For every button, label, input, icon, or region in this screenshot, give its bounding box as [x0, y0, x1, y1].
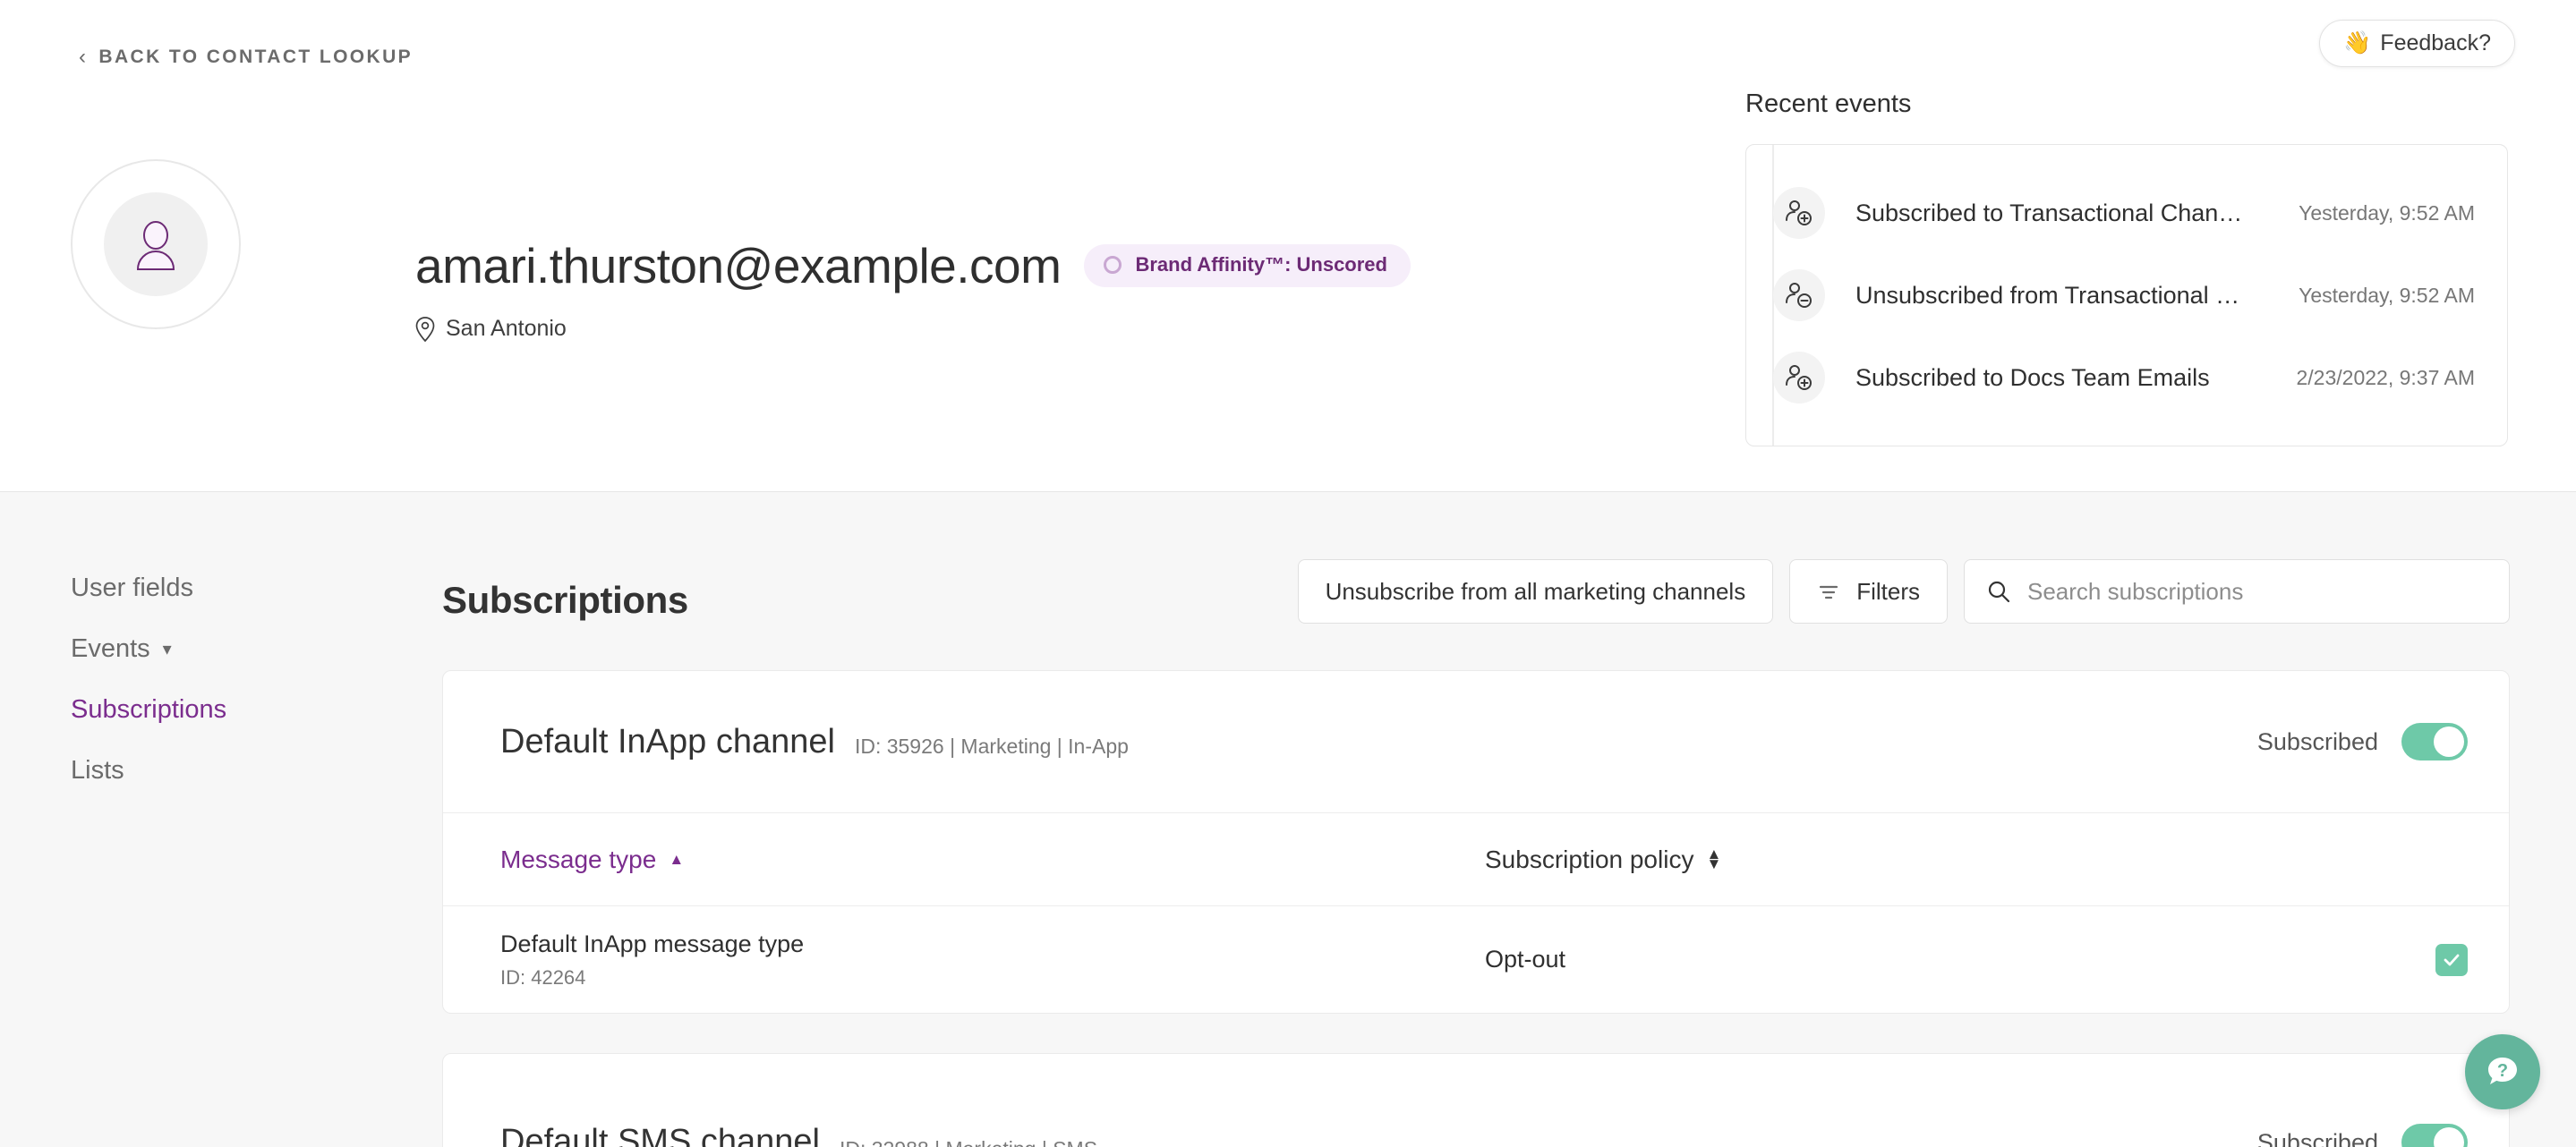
- back-link-label: BACK TO CONTACT LOOKUP: [98, 47, 413, 68]
- column-header-label: Message type: [500, 845, 656, 874]
- channel-header: Default InApp channel ID: 35926 | Market…: [443, 671, 2509, 812]
- waving-hand-icon: 👋: [2343, 30, 2371, 56]
- filters-label: Filters: [1856, 578, 1920, 606]
- unsubscribe-all-label: Unsubscribe from all marketing channels: [1326, 578, 1746, 606]
- search-icon: [1986, 579, 2011, 604]
- sidebar-item-label: Events: [71, 634, 150, 664]
- main-content: Subscriptions Unsubscribe from all marke…: [442, 493, 2510, 1147]
- column-header-subscription-policy[interactable]: Subscription policy ▲ ▼: [1485, 845, 1721, 874]
- sidebar-nav: User fields Events ▾ Subscriptions Lists: [71, 574, 366, 817]
- event-label: Unsubscribed from Transactional …: [1855, 282, 2269, 310]
- page-title: Subscriptions: [442, 579, 688, 622]
- sidebar-item-user-fields[interactable]: User fields: [71, 574, 366, 603]
- question-help-icon: ?: [2481, 1050, 2524, 1093]
- contact-location: San Antonio: [415, 316, 1411, 342]
- status-badge: Subscribed: [2257, 728, 2378, 756]
- sort-both-icon: ▲ ▼: [1706, 850, 1721, 869]
- sidebar-item-label: Subscriptions: [71, 695, 226, 725]
- sort-down-glyph: ▼: [1706, 860, 1721, 870]
- check-icon: [2442, 950, 2461, 970]
- channel-header: Default SMS channel ID: 32988 | Marketin…: [443, 1054, 2509, 1147]
- column-header-label: Subscription policy: [1485, 845, 1693, 874]
- channel-meta: ID: 35926 | Marketing | In-App: [855, 726, 1129, 759]
- search-subscriptions-box[interactable]: [1964, 559, 2510, 624]
- channel-name: Default SMS channel: [500, 1123, 820, 1147]
- recent-events-panel: Recent events Subscribed to Transactiona…: [1745, 89, 2508, 446]
- message-type-id: ID: 42264: [500, 966, 1485, 990]
- subscriptions-toolbar: Subscriptions Unsubscribe from all marke…: [442, 547, 2510, 654]
- channel-subscription-control: Subscribed: [2257, 1124, 2468, 1147]
- body-area: User fields Events ▾ Subscriptions Lists…: [0, 493, 2576, 1147]
- channel-card-sms: Default SMS channel ID: 32988 | Marketin…: [442, 1053, 2510, 1147]
- event-timestamp: Yesterday, 9:52 AM: [2269, 201, 2475, 225]
- brand-affinity-label: Brand Affinity™: Unscored: [1135, 253, 1387, 276]
- cell-subscription-policy: Opt-out: [1485, 946, 2435, 973]
- brand-affinity-badge: Brand Affinity™: Unscored: [1084, 244, 1411, 287]
- row-subscribe-checkbox[interactable]: [2435, 944, 2468, 976]
- location-label: San Antonio: [446, 316, 567, 342]
- list-item[interactable]: Subscribed to Transactional Chan… Yester…: [1773, 172, 2475, 254]
- channel-card-inapp: Default InApp channel ID: 35926 | Market…: [442, 670, 2510, 1014]
- cell-message-type: Default InApp message type ID: 42264: [500, 930, 1485, 990]
- event-label: Subscribed to Docs Team Emails: [1855, 364, 2269, 392]
- recent-events-card: Subscribed to Transactional Chan… Yester…: [1745, 144, 2508, 446]
- user-add-icon: [1773, 187, 1825, 239]
- sidebar-item-events[interactable]: Events ▾: [71, 634, 366, 664]
- profile-header: ‹ BACK TO CONTACT LOOKUP 👋 Feedback? ama…: [0, 0, 2576, 492]
- recent-events-title: Recent events: [1745, 89, 2508, 119]
- user-remove-icon: [1773, 269, 1825, 321]
- event-timestamp: 2/23/2022, 9:37 AM: [2269, 366, 2475, 390]
- contact-email: amari.thurston@example.com: [415, 237, 1061, 294]
- person-icon: [127, 216, 184, 273]
- list-item[interactable]: Unsubscribed from Transactional … Yester…: [1773, 254, 2475, 336]
- channel-name: Default InApp channel: [500, 723, 835, 761]
- channel-meta: ID: 32988 | Marketing | SMS: [840, 1128, 1097, 1147]
- sidebar-item-lists[interactable]: Lists: [71, 756, 366, 786]
- toggle-knob: [2434, 1127, 2464, 1147]
- column-header-message-type[interactable]: Message type ▲: [500, 845, 1485, 874]
- user-add-icon: [1773, 352, 1825, 404]
- channel-subscription-control: Subscribed: [2257, 723, 2468, 760]
- subscriptions-table-header: Message type ▲ Subscription policy ▲ ▼: [443, 812, 2509, 905]
- chevron-down-icon: ▾: [163, 641, 172, 658]
- message-type-name: Default InApp message type: [500, 930, 1485, 958]
- sidebar-item-label: User fields: [71, 574, 193, 603]
- back-to-contact-lookup-link[interactable]: ‹ BACK TO CONTACT LOOKUP: [79, 47, 413, 68]
- search-input[interactable]: [2027, 578, 2487, 606]
- chevron-left-icon: ‹: [79, 47, 88, 68]
- circle-ring-icon: [1104, 256, 1122, 274]
- feedback-button[interactable]: 👋 Feedback?: [2319, 20, 2515, 67]
- table-row: Default InApp message type ID: 42264 Opt…: [443, 905, 2509, 1013]
- contact-detail-page: ‹ BACK TO CONTACT LOOKUP 👋 Feedback? ama…: [0, 0, 2576, 1147]
- event-label: Subscribed to Transactional Chan…: [1855, 200, 2269, 227]
- feedback-label: Feedback?: [2380, 30, 2491, 56]
- channel-subscribe-toggle[interactable]: [2401, 1124, 2468, 1147]
- identity-block: amari.thurston@example.com Brand Affinit…: [415, 237, 1411, 342]
- channel-subscribe-toggle[interactable]: [2401, 723, 2468, 760]
- toolbar-actions: Unsubscribe from all marketing channels …: [1298, 559, 2510, 624]
- sort-ascending-icon: ▲: [669, 852, 684, 867]
- svg-text:?: ?: [2497, 1061, 2508, 1081]
- avatar-inner-circle: [104, 192, 208, 296]
- list-item[interactable]: Subscribed to Docs Team Emails 2/23/2022…: [1773, 336, 2475, 419]
- unsubscribe-all-button[interactable]: Unsubscribe from all marketing channels: [1298, 559, 1774, 624]
- sidebar-item-subscriptions[interactable]: Subscriptions: [71, 695, 366, 725]
- filter-icon: [1817, 580, 1840, 603]
- map-pin-icon: [415, 317, 435, 342]
- event-timestamp: Yesterday, 9:52 AM: [2269, 284, 2475, 308]
- help-button[interactable]: ?: [2465, 1034, 2540, 1109]
- status-badge: Subscribed: [2257, 1129, 2378, 1147]
- filters-button[interactable]: Filters: [1789, 559, 1948, 624]
- toggle-knob: [2434, 726, 2464, 757]
- avatar: [71, 159, 241, 329]
- sidebar-item-label: Lists: [71, 756, 124, 786]
